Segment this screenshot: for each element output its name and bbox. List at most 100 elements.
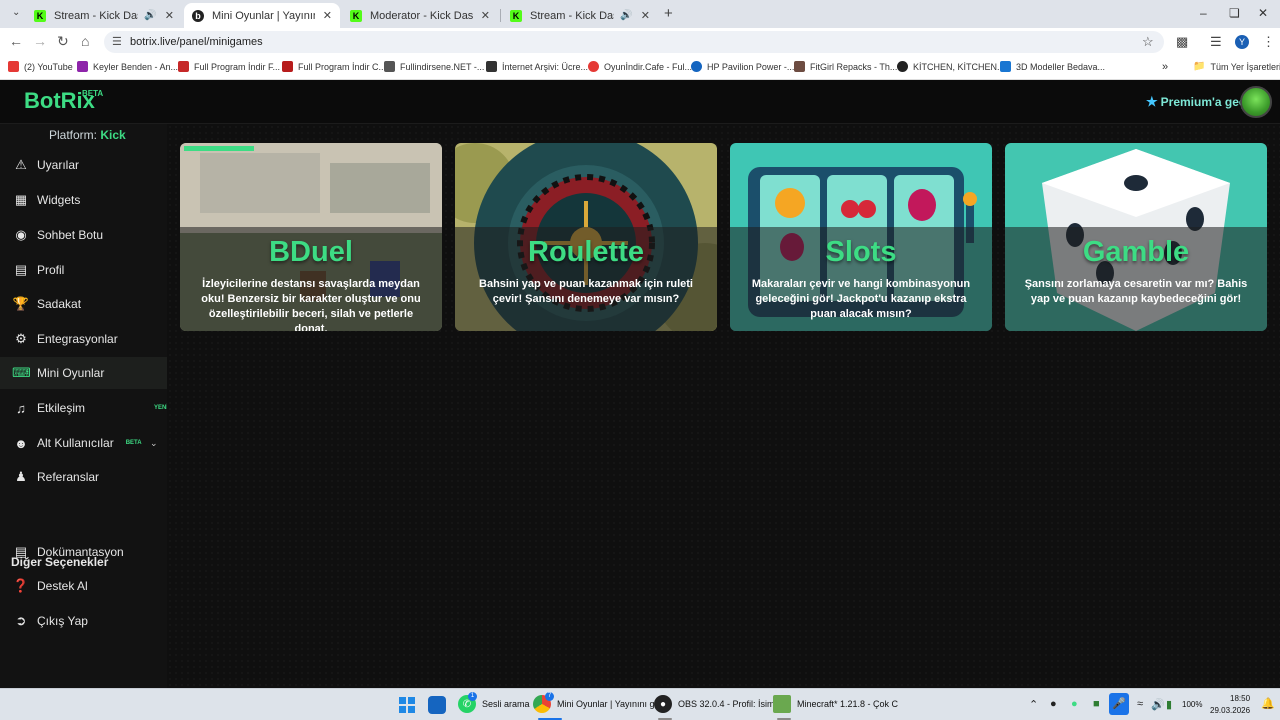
- premium-link[interactable]: ★ Premium'a geç: [1146, 94, 1246, 110]
- chevron-down-icon[interactable]: ⌄: [150, 438, 158, 449]
- tab-moderator[interactable]: K Moderator - Kick Dashboard ✕: [342, 3, 498, 28]
- home-icon[interactable]: ⌂: [81, 33, 89, 49]
- help-icon: ❓: [12, 578, 30, 593]
- bookmark-item[interactable]: Fullindirsene.NET -...: [384, 61, 484, 72]
- bookmark-item[interactable]: 3D Modeller Bedava...: [1000, 61, 1105, 72]
- close-tab-icon[interactable]: ✕: [323, 9, 332, 22]
- tab-stream-2[interactable]: K Stream - Kick Dashboard 🔊 ✕: [502, 3, 658, 28]
- tray-app-icon[interactable]: ■: [1093, 698, 1100, 710]
- taskbar-obs[interactable]: ● OBS 32.0.4 - Profil: İsim:: [654, 695, 777, 713]
- browser-tab-bar: ⌄ K Stream - Kick Dashboard 🔊 ✕ b Mini O…: [0, 0, 1280, 28]
- sidebar-item-label: Destek Al: [37, 579, 88, 593]
- sidebar-item-dokumantasyon[interactable]: ▤ Dokümantasyon: [0, 536, 167, 568]
- address-bar-row: ← → ↻ ⌂ ☰ botrix.live/panel/minigames ☆ …: [0, 28, 1280, 56]
- reload-icon[interactable]: ↻: [57, 33, 69, 50]
- minimize-icon[interactable]: –: [1200, 6, 1207, 20]
- audio-playing-icon[interactable]: 🔊: [144, 10, 156, 21]
- game-description: Makaraları çevir ve hangi kombinasyonun …: [751, 278, 971, 320]
- volume-icon[interactable]: 🔊: [1151, 698, 1165, 711]
- game-description: Bahsini yap ve puan kazanmak için ruleti…: [479, 278, 693, 305]
- bookmark-item[interactable]: KİTCHEN, KİTCHEN...: [897, 61, 1005, 72]
- tab-search-icon[interactable]: ⌄: [12, 7, 20, 18]
- back-icon[interactable]: ←: [9, 33, 23, 49]
- sidebar-item-etkilesim[interactable]: ♫ Etkileşim YENİ: [0, 392, 168, 424]
- bookmark-item[interactable]: FitGirl Repacks - Th...: [794, 61, 897, 72]
- clock-date: 29.03.2026: [1210, 706, 1251, 715]
- botrix-favicon-icon: b: [192, 9, 204, 22]
- microphone-icon[interactable]: 🎤: [1109, 693, 1129, 715]
- sidebar-item-referanslar[interactable]: ♟ Referanslar: [0, 461, 167, 493]
- sidebar-item-sohbet-botu[interactable]: ◉ Sohbet Botu: [0, 219, 167, 251]
- extensions-icon[interactable]: ▩: [1176, 34, 1188, 50]
- kick-favicon-icon: K: [350, 9, 362, 22]
- taskbar-label: Minecraft* 1.21.8 - Çok C: [797, 699, 899, 709]
- game-card-gamble[interactable]: Gamble Şansını zorlamaya cesaretin var m…: [1005, 143, 1267, 331]
- botrix-logo[interactable]: BotRix BETA: [24, 88, 103, 114]
- tray-app-icon[interactable]: ●: [1050, 698, 1057, 710]
- more-bookmarks-icon[interactable]: »: [1162, 61, 1168, 73]
- sidebar-item-destek-al[interactable]: ❓ Destek Al: [0, 570, 167, 602]
- bookmark-item[interactable]: İnternet Arşivi: Ücre...: [486, 61, 588, 72]
- kick-favicon-icon: K: [34, 9, 46, 22]
- sidebar-item-mini-oyunlar[interactable]: ⌨ Mini Oyunlar: [0, 357, 167, 389]
- windows-start-icon[interactable]: [399, 697, 415, 713]
- game-card-slots[interactable]: Slots Makaraları çevir ve hangi kombinas…: [730, 143, 992, 331]
- sidebar-item-label: Sohbet Botu: [37, 228, 104, 242]
- sidebar-item-uyarilar[interactable]: ⚠ Uyarılar: [0, 149, 167, 181]
- bookmark-item[interactable]: (2) YouTube: [8, 61, 73, 72]
- tray-app-icon[interactable]: ●: [1071, 698, 1078, 710]
- restore-icon[interactable]: ❏: [1229, 6, 1240, 20]
- youtube-icon: [8, 61, 19, 72]
- outlook-icon[interactable]: [428, 696, 446, 714]
- taskbar-minecraft[interactable]: Minecraft* 1.21.8 - Çok C: [773, 695, 898, 713]
- system-clock[interactable]: 18:50 29.03.2026: [1210, 693, 1250, 717]
- tab-title: Mini Oyunlar | Yayınını güçlendi: [212, 9, 315, 22]
- sidebar-item-label: Entegrasyonlar: [37, 332, 118, 346]
- media-controls-icon[interactable]: ☰: [1210, 34, 1222, 50]
- kick-favicon-icon: K: [510, 9, 522, 22]
- sidebar-item-alt-kullanicilar[interactable]: ☻ Alt Kullanıcılar BETA ⌄: [0, 427, 167, 459]
- close-tab-icon[interactable]: ✕: [481, 9, 490, 22]
- tab-mini-oyunlar[interactable]: b Mini Oyunlar | Yayınını güçlendi ✕: [184, 3, 340, 28]
- sidebar-item-profil[interactable]: ▤ Profil: [0, 254, 167, 286]
- game-card-roulette[interactable]: Roulette Bahsini yap ve puan kazanmak iç…: [455, 143, 717, 331]
- sidebar-item-widgets[interactable]: ▦ Widgets: [0, 184, 167, 216]
- bookmark-item[interactable]: Oyunİndir.Cafe - Ful...: [588, 61, 692, 72]
- bookmark-item[interactable]: HP Pavilion Power -...: [691, 61, 794, 72]
- all-bookmarks[interactable]: 📁 Tüm Yer İşaretleri: [1193, 61, 1280, 72]
- bookmark-item[interactable]: Full Program İndir F...: [178, 61, 280, 72]
- sidebar-item-label: Etkileşim: [37, 401, 86, 415]
- minecraft-icon: [773, 695, 791, 713]
- bookmark-favicon-icon: [384, 61, 395, 72]
- sidebar-item-entegrasyonlar[interactable]: ⚙ Entegrasyonlar: [0, 323, 167, 355]
- url-field[interactable]: ☰ botrix.live/panel/minigames: [104, 31, 1164, 53]
- docs-icon: ▤: [14, 544, 28, 559]
- forward-icon[interactable]: →: [33, 33, 47, 49]
- sidebar-item-sadakat[interactable]: 🏆 Sadakat: [0, 288, 167, 320]
- bookmark-star-icon[interactable]: ☆: [1142, 34, 1154, 50]
- tab-title: Stream - Kick Dashboard: [54, 9, 138, 22]
- site-info-icon[interactable]: ☰: [112, 31, 122, 53]
- folder-icon: 📁: [1193, 61, 1206, 72]
- sidebar-item-cikis-yap[interactable]: ➲ Çıkış Yap: [0, 605, 167, 637]
- tab-stream-1[interactable]: K Stream - Kick Dashboard 🔊 ✕: [26, 3, 182, 28]
- referrals-icon: ♟: [15, 469, 27, 484]
- user-avatar[interactable]: [1240, 86, 1272, 118]
- close-tab-icon[interactable]: ✕: [165, 9, 174, 22]
- battery-icon[interactable]: ▮: [1166, 698, 1172, 711]
- notifications-icon[interactable]: 🔔: [1261, 697, 1275, 710]
- show-hidden-icons[interactable]: ⌃: [1029, 698, 1038, 711]
- bookmark-item[interactable]: Keyler Benden - An...: [77, 61, 178, 72]
- wifi-icon[interactable]: ≈: [1137, 698, 1143, 710]
- sidebar-item-label: Uyarılar: [37, 158, 80, 172]
- audio-playing-icon[interactable]: 🔊: [620, 10, 632, 21]
- new-tab-icon[interactable]: +: [664, 5, 673, 22]
- star-icon: ★: [1146, 94, 1158, 109]
- game-card-bduel[interactable]: BDuel İzleyicilerine destansı savaşlarda…: [180, 143, 442, 331]
- menu-dots-icon[interactable]: ⋮: [1262, 34, 1275, 50]
- users-icon: ☻: [14, 435, 28, 451]
- bookmark-item[interactable]: Full Program İndir C...: [282, 61, 386, 72]
- close-window-icon[interactable]: ✕: [1258, 6, 1268, 20]
- profile-avatar[interactable]: Y: [1235, 35, 1249, 49]
- close-tab-icon[interactable]: ✕: [641, 9, 650, 22]
